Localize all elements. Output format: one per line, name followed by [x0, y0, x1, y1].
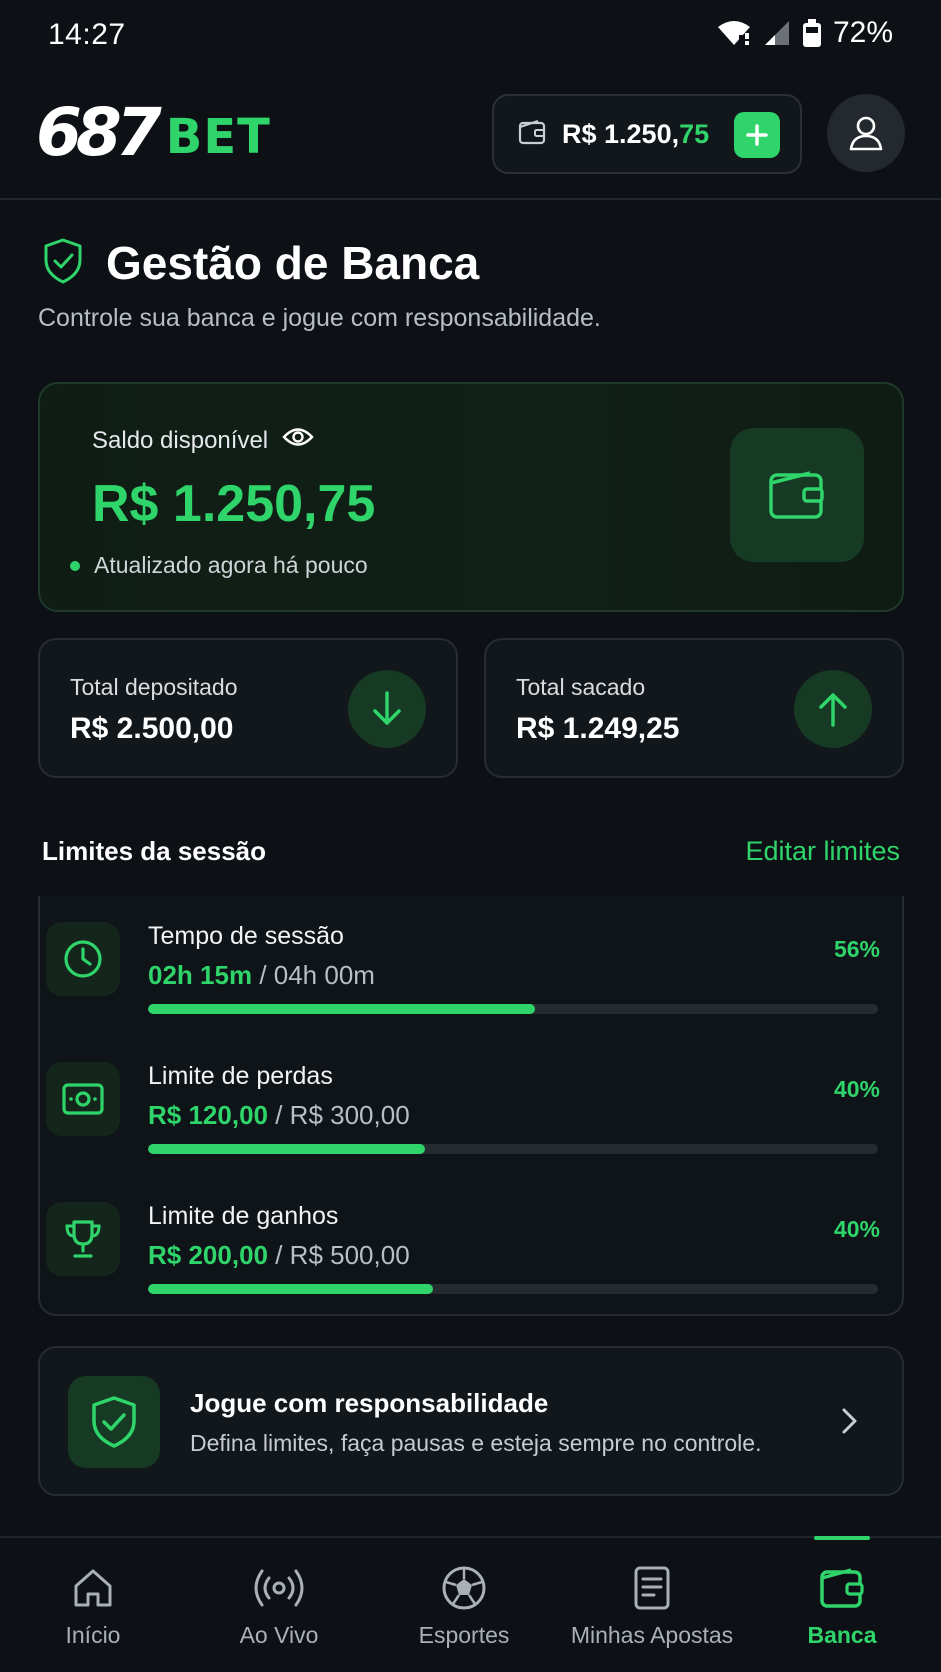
profile-avatar-button[interactable]	[827, 94, 905, 172]
limit-percent: 40%	[833, 1076, 880, 1102]
header-balance-int: R$ 1.250,	[562, 118, 680, 149]
limit-value: R$ 120,00 / R$ 300,00	[148, 1100, 410, 1131]
signal-icon	[763, 19, 791, 47]
page-title: Gestão de Banca	[106, 237, 480, 289]
progress-track	[148, 1284, 878, 1294]
shield-check-icon	[42, 238, 84, 289]
app-logo[interactable]: 687 BET	[36, 98, 271, 168]
logo-text: BET	[165, 109, 271, 165]
chevron-right-icon	[840, 1406, 860, 1441]
balance-label: Saldo disponível	[92, 426, 269, 454]
deposit-add-button[interactable]	[734, 112, 780, 158]
total-deposited-label: Total depositado	[70, 674, 238, 700]
limit-current: R$ 120,00	[148, 1100, 268, 1130]
wallet-icon	[518, 119, 546, 150]
limit-value: R$ 200,00 / R$ 500,00	[148, 1240, 410, 1271]
nav-item-banca[interactable]: Banca	[792, 1538, 892, 1672]
balance-amount: R$ 1.250,75	[92, 475, 376, 533]
balance-wallet-badge	[730, 428, 864, 562]
app-header: 687 BET R$ 1.250,75	[0, 86, 941, 200]
limit-value: 02h 15m / 04h 00m	[148, 960, 375, 991]
plus-icon	[746, 124, 768, 146]
total-deposited-value: R$ 2.500,00	[70, 712, 234, 745]
arrow-down-icon	[348, 670, 426, 748]
limit-current: R$ 200,00	[148, 1240, 268, 1270]
balance-updated-text: Atualizado agora há pouco	[94, 552, 368, 578]
session-limits-title: Limites da sessão	[42, 836, 266, 866]
battery-percent: 72%	[832, 16, 893, 49]
total-withdrawn-card: Total sacado R$ 1.249,25	[484, 638, 904, 778]
live-icon	[253, 1564, 305, 1612]
nav-item-minhas-apostas[interactable]: Minhas Apostas	[566, 1538, 738, 1672]
limit-row-session-time[interactable]: Tempo de sessão 02h 15m / 04h 00m 56%	[40, 908, 906, 1038]
limit-name: Limite de ganhos	[148, 1202, 339, 1230]
responsible-gaming-subtitle: Defina limites, faça pausas e esteja sem…	[190, 1430, 762, 1456]
trophy-icon	[46, 1202, 120, 1276]
available-balance-card: Saldo disponível R$ 1.250,75 Atualizado …	[38, 382, 904, 612]
nav-label: Minhas Apostas	[570, 1622, 734, 1648]
nav-item-ao-vivo[interactable]: Ao Vivo	[214, 1538, 344, 1672]
limit-percent: 40%	[833, 1216, 880, 1242]
clock-icon	[46, 922, 120, 996]
balance-label-row: Saldo disponível	[92, 426, 314, 455]
session-limits-card: Tempo de sessão 02h 15m / 04h 00m 56% Li…	[38, 896, 904, 1316]
responsible-gaming-card[interactable]: Jogue com responsabilidade Defina limite…	[38, 1346, 904, 1496]
session-limits-header: Limites da sessão Editar limites	[42, 836, 900, 876]
page-subtitle: Controle sua banca e jogue com responsab…	[38, 304, 601, 332]
progress-fill	[148, 1144, 426, 1154]
status-time: 14:27	[48, 18, 126, 51]
shield-check-icon	[68, 1376, 160, 1468]
wallet-icon	[769, 471, 824, 519]
wallet-icon	[819, 1564, 865, 1612]
limit-max: / R$ 300,00	[275, 1100, 410, 1130]
money-icon	[46, 1062, 120, 1136]
online-dot	[70, 560, 80, 571]
total-withdrawn-label: Total sacado	[516, 674, 646, 700]
limit-max: / 04h 00m	[259, 960, 375, 990]
home-icon	[71, 1564, 115, 1612]
edit-limits-link[interactable]: Editar limites	[745, 836, 900, 867]
progress-track	[148, 1144, 878, 1154]
header-balance-pill[interactable]: R$ 1.250,75	[492, 94, 802, 174]
balance-updated-row: Atualizado agora há pouco	[70, 552, 368, 579]
page-title-row: Gestão de Banca	[42, 236, 479, 290]
nav-item-esportes[interactable]: Esportes	[394, 1538, 534, 1672]
battery-icon	[802, 19, 821, 47]
status-bar: 14:27 72%	[0, 0, 941, 72]
progress-fill	[148, 1284, 433, 1294]
header-balance: R$ 1.250,75	[562, 119, 709, 150]
nav-label: Banca	[807, 1622, 877, 1648]
limit-max: / R$ 500,00	[275, 1240, 410, 1270]
responsible-gaming-title: Jogue com responsabilidade	[190, 1388, 549, 1418]
arrow-up-icon	[794, 670, 872, 748]
eye-icon[interactable]	[282, 426, 314, 455]
progress-track	[148, 1004, 878, 1014]
nav-label: Ao Vivo	[239, 1622, 319, 1648]
user-icon	[849, 116, 883, 151]
wifi-icon	[717, 19, 751, 47]
limit-percent: 56%	[833, 936, 880, 962]
status-icons: 72%	[717, 16, 893, 50]
total-deposited-card: Total depositado R$ 2.500,00	[38, 638, 458, 778]
limit-name: Tempo de sessão	[148, 922, 344, 950]
logo-number: 687	[36, 94, 162, 171]
total-withdrawn-value: R$ 1.249,25	[516, 712, 680, 745]
limit-name: Limite de perdas	[148, 1062, 333, 1090]
nav-item-inicio[interactable]: Início	[38, 1538, 148, 1672]
soccer-ball-icon	[441, 1564, 487, 1612]
nav-label: Esportes	[418, 1622, 510, 1648]
nav-label: Início	[65, 1622, 121, 1648]
limit-current: 02h 15m	[148, 960, 253, 990]
bottom-navigation: Início Ao Vivo Esportes Minhas Apostas B…	[0, 1536, 941, 1672]
limit-row-losses[interactable]: Limite de perdas R$ 120,00 / R$ 300,00 4…	[40, 1048, 906, 1178]
limit-row-winnings[interactable]: Limite de ganhos R$ 200,00 / R$ 500,00 4…	[40, 1188, 906, 1318]
bet-slip-icon	[632, 1564, 672, 1612]
header-balance-dec: 75	[679, 118, 710, 149]
progress-fill	[148, 1004, 535, 1014]
